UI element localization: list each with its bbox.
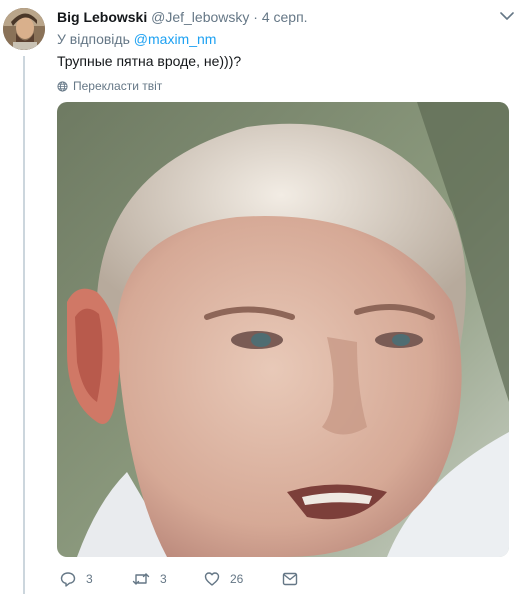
like-icon xyxy=(204,572,220,586)
tweet-photo[interactable] xyxy=(57,102,509,557)
reply-icon xyxy=(60,572,76,587)
avatar[interactable] xyxy=(3,8,45,50)
reply-count: 3 xyxy=(86,572,93,586)
tweet-actions: 3 3 26 xyxy=(60,570,298,588)
direct-message-button[interactable] xyxy=(282,572,298,586)
reply-to-link[interactable]: @maxim_nm xyxy=(134,31,217,47)
reply-context: У відповідь @maxim_nm xyxy=(57,31,216,47)
translate-tweet-button[interactable]: Перекласти твіт xyxy=(57,79,162,93)
retweet-button[interactable]: 3 xyxy=(132,571,204,587)
reply-button[interactable]: 3 xyxy=(60,571,132,587)
user-handle[interactable]: @Jef_lebowsky xyxy=(151,9,249,25)
retweet-icon xyxy=(132,573,150,585)
reply-prefix: У відповідь xyxy=(57,31,130,47)
display-name[interactable]: Big Lebowski xyxy=(57,9,147,25)
globe-icon xyxy=(57,80,68,92)
chevron-down-icon[interactable] xyxy=(500,11,514,21)
retweet-count: 3 xyxy=(160,572,167,586)
separator-dot: · xyxy=(253,9,258,25)
direct-message-icon xyxy=(282,572,298,586)
tweet-text: Трупные пятна вроде, не)))? xyxy=(57,53,242,69)
like-count: 26 xyxy=(230,572,244,586)
thread-line xyxy=(23,56,25,594)
tweet-header: Big Lebowski @Jef_lebowsky · 4 серп. xyxy=(57,9,516,27)
like-button[interactable]: 26 xyxy=(204,571,282,587)
tweet-date[interactable]: 4 серп. xyxy=(262,9,308,25)
translate-label: Перекласти твіт xyxy=(73,79,163,93)
